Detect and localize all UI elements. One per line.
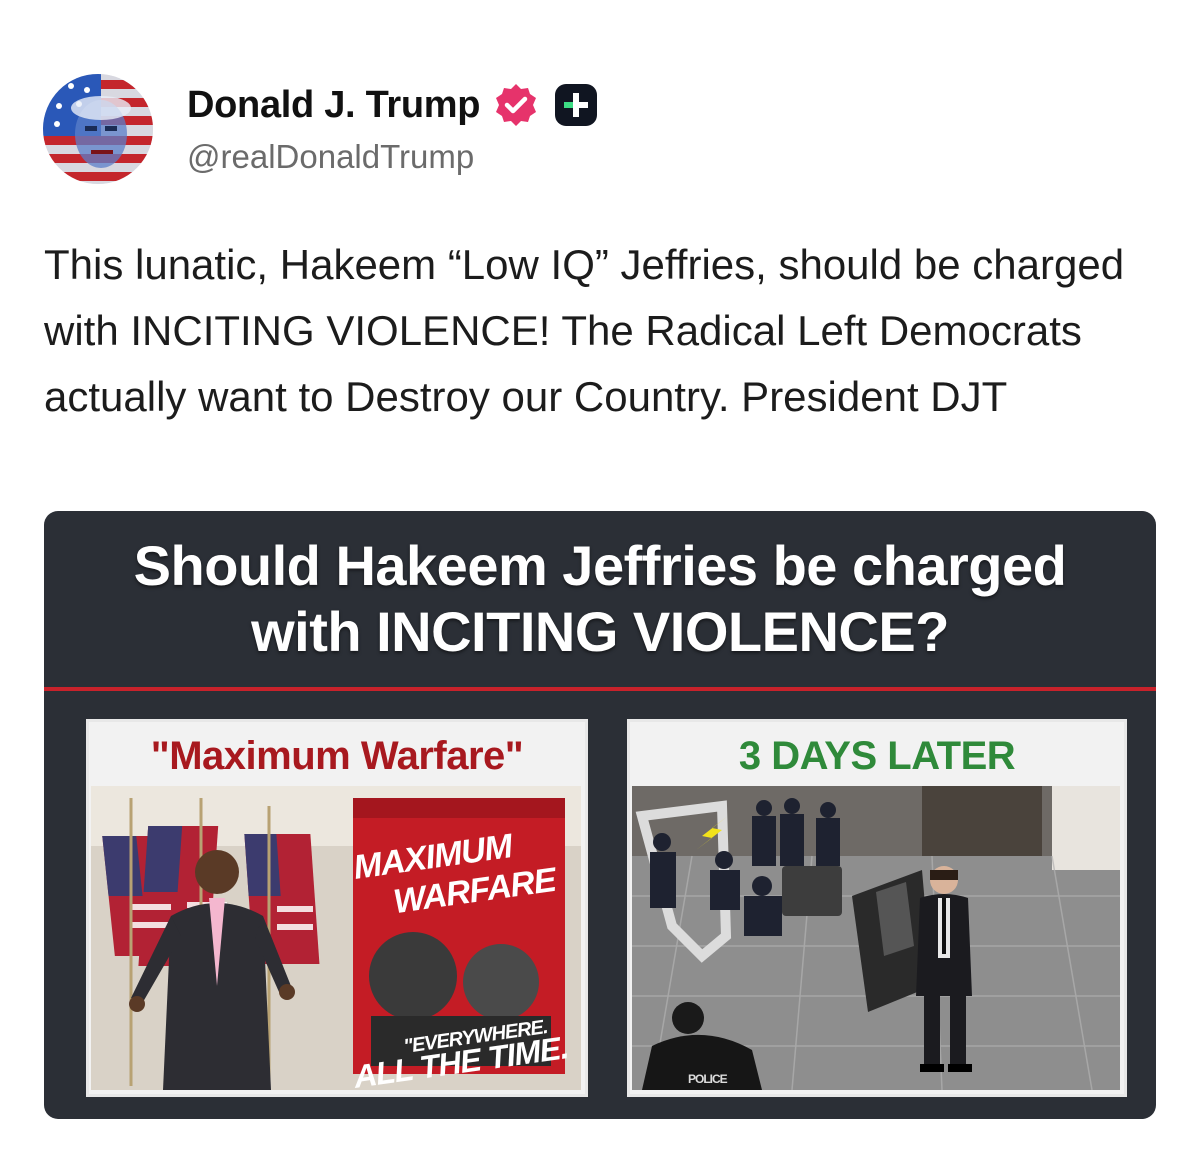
verified-badge-icon [496,84,537,126]
author-display-name[interactable]: Donald J. Trump [187,84,481,127]
left-panel-photo: MAXIMUM WARFARE "EVERYWHERE. ALL THE TIM… [91,786,583,1092]
author-handle[interactable]: @realDonaldTrump [187,138,474,176]
left-panel: "Maximum Warfare" MAXIMUM WARFARE "EVERY… [86,719,588,1097]
right-panel-caption: 3 DAYS LATER [738,734,1016,778]
image-headline: Should Hakeem Jeffries be charged with I… [44,533,1156,665]
image-headline-line-2: with INCITING VIOLENCE? [251,600,949,663]
post-text: This lunatic, Hakeem “Low IQ” Jeffries, … [44,241,1125,420]
post-image[interactable]: Should Hakeem Jeffries be charged with I… [44,511,1156,1119]
police-label: POLICE [688,1072,728,1086]
author-name-row: Donald J. Trump [187,82,600,128]
security-checkpoint-photo [632,786,1120,1090]
right-panel-photo: POLICE [632,786,1122,1092]
avatar[interactable] [43,74,153,184]
red-divider [44,687,1156,691]
image-headline-line-1: Should Hakeem Jeffries be charged [133,534,1067,597]
right-panel: 3 DAYS LATER POLICE [627,719,1127,1097]
avatar-image [43,74,153,184]
post-card: Donald J. Trump @realDonaldTrump This lu… [0,0,1200,1173]
plus-badge-icon [555,84,598,126]
left-panel-caption: "Maximum Warfare" [150,734,524,778]
